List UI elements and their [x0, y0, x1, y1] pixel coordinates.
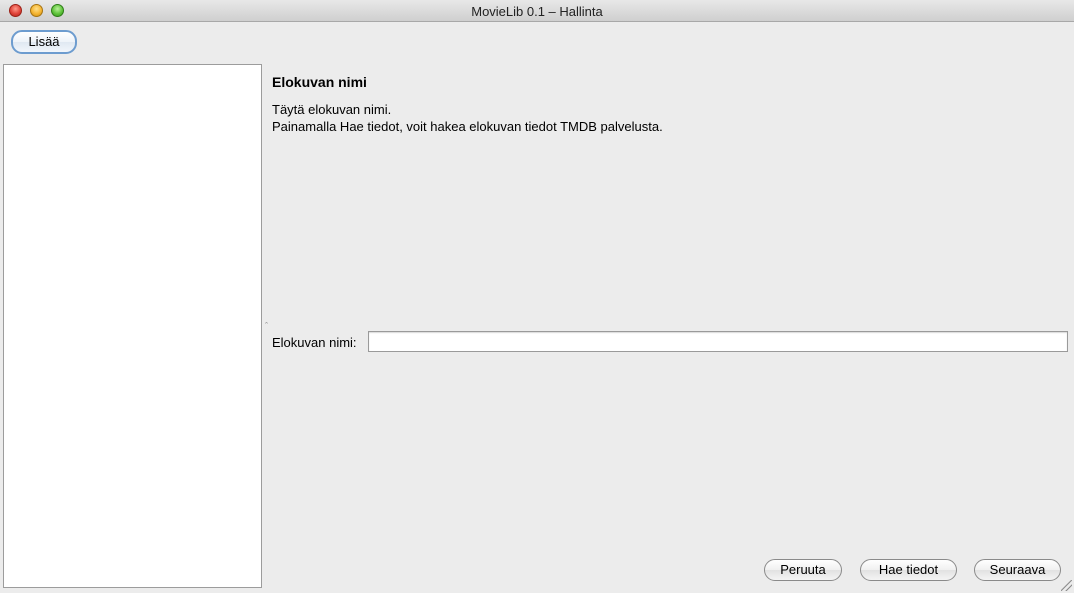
wizard-panel: Elokuvan nimi Täytä elokuvan nimi. Paina… [264, 64, 1072, 592]
step-heading: Elokuvan nimi [272, 74, 367, 90]
movie-list[interactable] [3, 64, 262, 588]
resize-grip-icon[interactable] [1061, 580, 1072, 591]
title-bar[interactable]: MovieLib 0.1 – Hallinta [0, 0, 1074, 22]
next-button[interactable]: Seuraava [974, 559, 1061, 581]
main-window: MovieLib 0.1 – Hallinta Lisää Elokuvan n… [0, 0, 1074, 593]
window-title: MovieLib 0.1 – Hallinta [471, 4, 603, 19]
description-line-1: Täytä elokuvan nimi. [272, 102, 392, 117]
movie-name-input[interactable] [368, 331, 1068, 352]
movie-name-label: Elokuvan nimi: [272, 335, 357, 350]
fetch-details-button[interactable]: Hae tiedot [860, 559, 957, 581]
cancel-button[interactable]: Peruuta [764, 559, 842, 581]
add-button[interactable]: Lisää [11, 30, 77, 54]
toolbar: Lisää [0, 22, 1074, 62]
step-description: Täytä elokuvan nimi. Painamalla Hae tied… [272, 101, 663, 135]
description-line-2: Painamalla Hae tiedot, voit hakea elokuv… [272, 119, 663, 134]
splitter-caret-icon[interactable]: ˆ [265, 321, 268, 331]
